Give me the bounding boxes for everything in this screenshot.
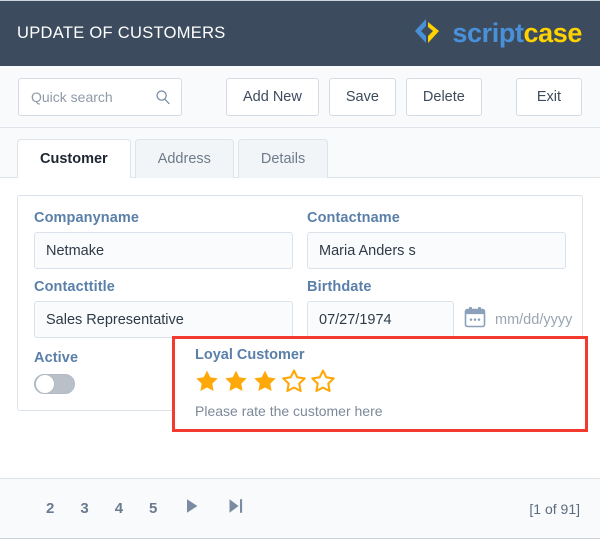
pagination-controls: 2 3 4 5: [46, 497, 245, 520]
tab-bar: Customer Address Details: [0, 128, 600, 178]
last-page-icon[interactable]: [227, 497, 245, 520]
star-icon-3[interactable]: [253, 369, 277, 397]
contacttitle-input[interactable]: [34, 301, 293, 338]
loyal-customer-rating[interactable]: [195, 369, 585, 397]
birthdate-label: Birthdate: [307, 279, 372, 295]
application-window: UPDATE OF CUSTOMERS scriptcase Add Ne: [0, 0, 600, 539]
next-page-icon[interactable]: [183, 497, 201, 520]
logo-text-script: script: [452, 18, 524, 48]
add-new-button[interactable]: Add New: [226, 77, 319, 116]
page-counter: [1 of 91]: [529, 500, 580, 517]
logo-text-case: case: [523, 18, 583, 48]
loyal-customer-label: Loyal Customer: [195, 347, 305, 363]
field-active: Active: [34, 348, 194, 394]
page-link-3[interactable]: 3: [80, 500, 88, 517]
page-title: UPDATE OF CUSTOMERS: [17, 24, 226, 42]
form-row-names: Companyname Contactname: [34, 210, 566, 269]
birthdate-control: mm/dd/yyyy: [307, 301, 572, 338]
loyal-customer-highlight: Loyal Customer Please rate the customer …: [172, 336, 588, 432]
exit-button[interactable]: Exit: [515, 77, 582, 116]
field-companyname: Companyname: [34, 210, 293, 269]
page-link-2[interactable]: 2: [46, 500, 54, 517]
rating-hint-text: Please rate the customer here: [195, 403, 383, 419]
save-button[interactable]: Save: [328, 77, 396, 116]
scriptcase-logo: scriptcase: [410, 16, 582, 51]
star-icon-1[interactable]: [195, 369, 219, 397]
customer-form-panel: Companyname Contactname Contacttitle Bir…: [17, 195, 588, 432]
tab-customer[interactable]: Customer: [17, 139, 131, 178]
page-link-4[interactable]: 4: [115, 500, 123, 517]
active-label: Active: [34, 350, 79, 366]
action-button-group: Add New Save Delete: [226, 77, 482, 116]
form-row-active-loyal: Active Loyal Customer Please rate the cu…: [34, 336, 588, 432]
page-link-5[interactable]: 5: [149, 500, 157, 517]
magnifier-icon[interactable]: [155, 89, 171, 105]
star-icon-4[interactable]: [282, 369, 306, 397]
birthdate-input[interactable]: [307, 301, 454, 338]
calendar-icon[interactable]: [464, 306, 486, 333]
tab-address[interactable]: Address: [134, 139, 234, 178]
birthdate-format-hint: mm/dd/yyyy: [495, 311, 573, 328]
pagination-footer: 2 3 4 5 [1 of 91]: [0, 478, 600, 538]
field-birthdate: Birthdate mm/dd/y: [307, 279, 572, 338]
active-toggle-knob: [35, 374, 55, 394]
search-input[interactable]: [31, 88, 149, 105]
companyname-input[interactable]: [34, 232, 293, 269]
toolbar: Add New Save Delete Exit: [0, 66, 600, 128]
quick-search-box[interactable]: [18, 77, 182, 116]
star-icon-2[interactable]: [224, 369, 248, 397]
scriptcase-chevron-icon: [410, 16, 444, 51]
field-contactname: Contactname: [307, 210, 566, 269]
tab-details[interactable]: Details: [237, 139, 329, 178]
contacttitle-label: Contacttitle: [34, 279, 115, 295]
form-row-title-birthdate: Contacttitle Birthdate: [34, 279, 572, 338]
star-icon-5[interactable]: [311, 369, 335, 397]
field-contacttitle: Contacttitle: [34, 279, 293, 338]
delete-button[interactable]: Delete: [405, 77, 482, 116]
page-header: UPDATE OF CUSTOMERS scriptcase: [0, 1, 600, 66]
contactname-label: Contactname: [307, 210, 400, 226]
contactname-input[interactable]: [307, 232, 566, 269]
logo-wordmark: scriptcase: [452, 20, 582, 47]
companyname-label: Companyname: [34, 210, 140, 226]
active-toggle[interactable]: [34, 374, 75, 394]
